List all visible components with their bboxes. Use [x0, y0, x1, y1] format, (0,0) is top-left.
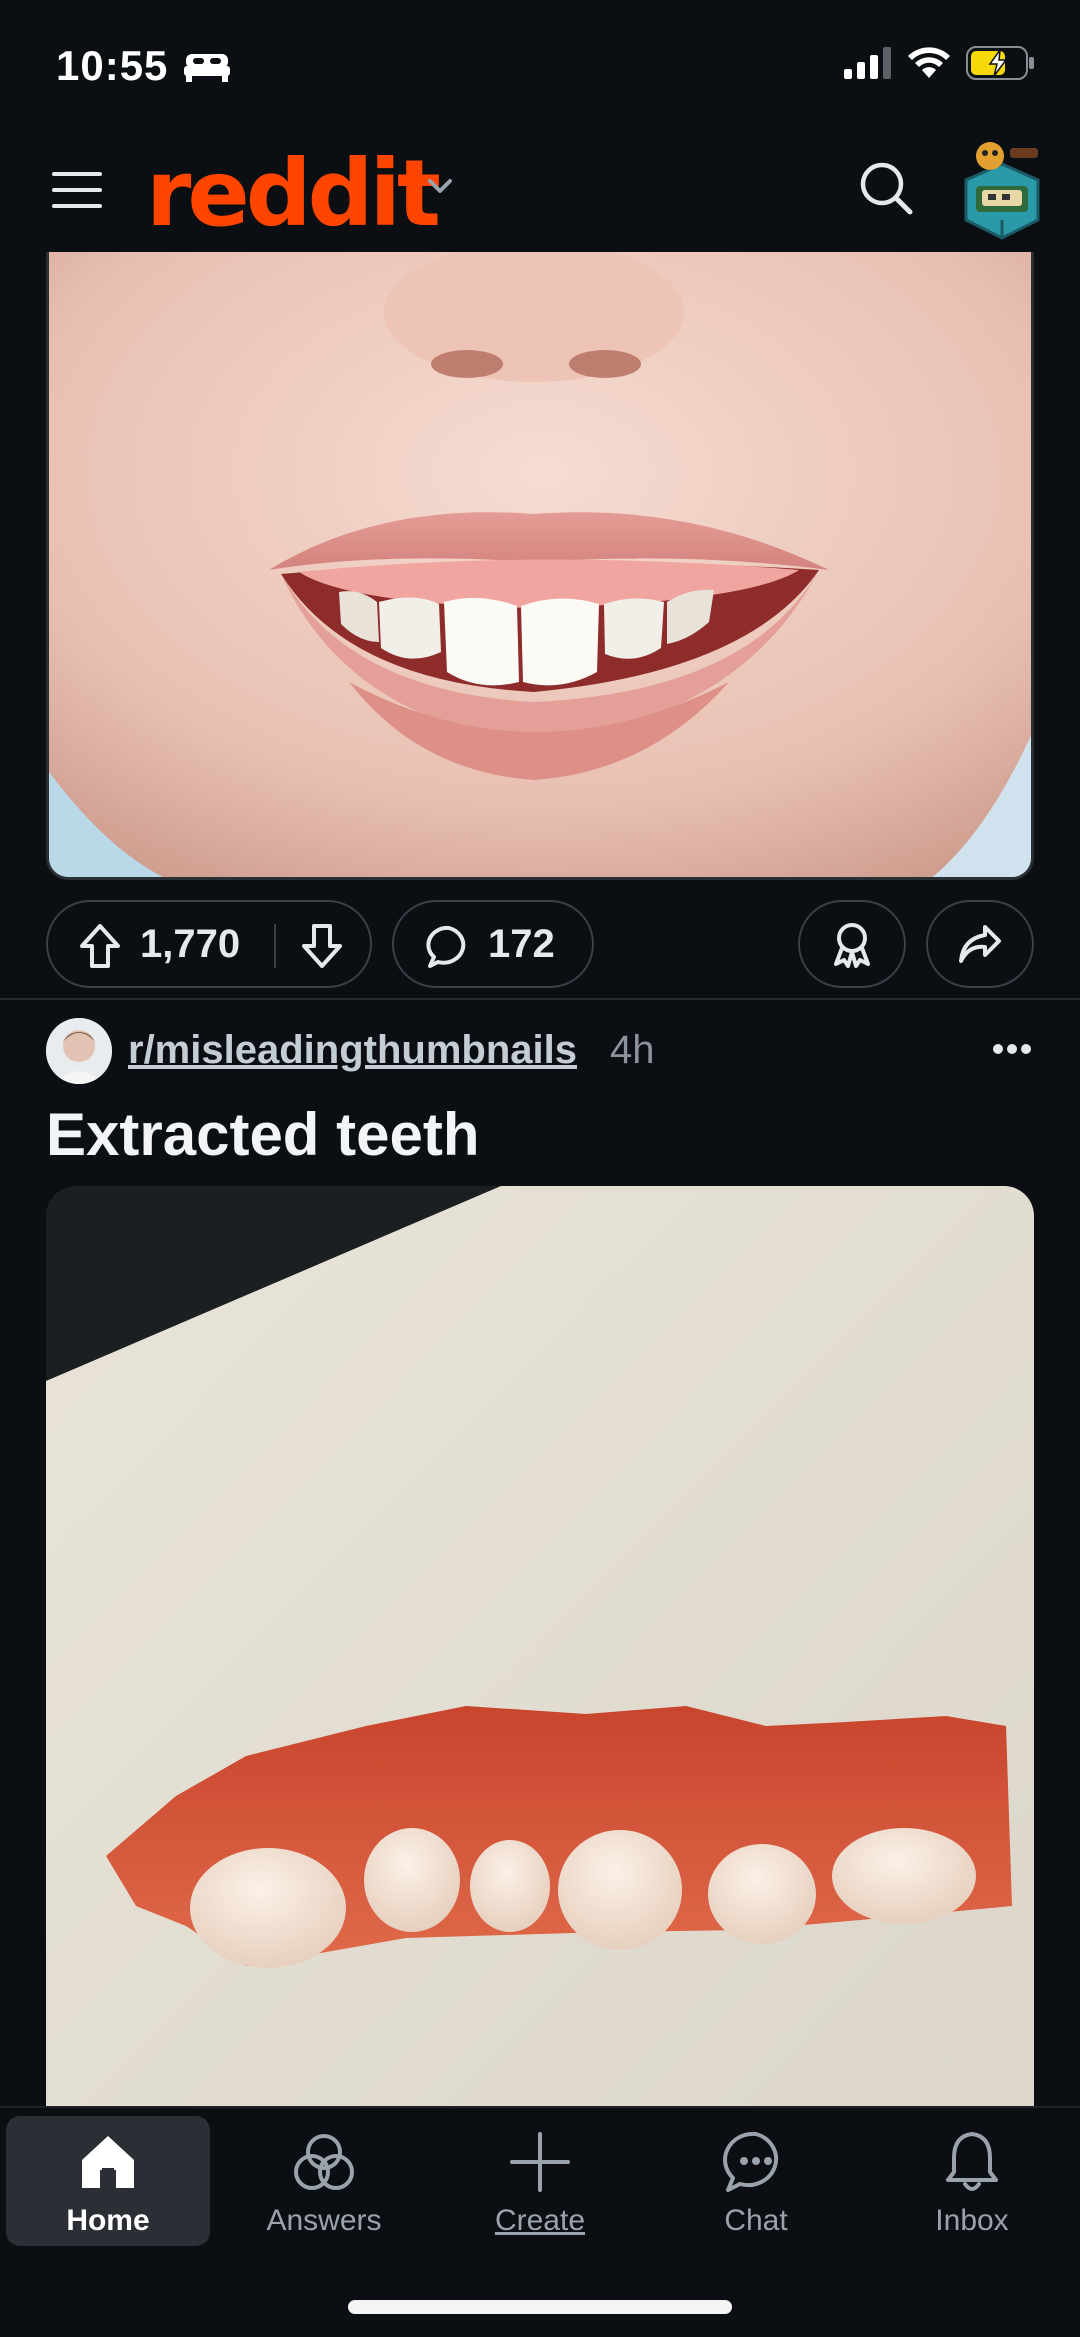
post-divider [0, 998, 1080, 1000]
status-indicators [844, 46, 1036, 80]
nav-answers-label: Answers [266, 2204, 382, 2237]
vote-bar: 1,770 [46, 900, 372, 988]
post-age: 4h [610, 1028, 655, 1072]
nav-home[interactable]: Home [6, 2116, 210, 2246]
more-horizontal-icon[interactable] [992, 1042, 1032, 1056]
top-post-media[interactable] [0, 252, 1080, 892]
status-bar: 10:55 [0, 0, 1080, 130]
award-icon [834, 923, 870, 968]
reddit-logo[interactable]: reddit [146, 140, 441, 247]
teeth-photo [46, 1186, 1034, 2186]
downvote-icon[interactable] [300, 922, 344, 970]
wifi-icon [908, 47, 950, 78]
subreddit-avatar[interactable] [46, 1018, 112, 1084]
nav-inbox-label: Inbox [935, 2204, 1009, 2237]
post-actions: 1,770 172 [0, 896, 1080, 1000]
smile-illustration [49, 252, 1031, 877]
nav-chat-label: Chat [724, 2204, 788, 2237]
user-avatar-icon[interactable] [958, 134, 1046, 244]
cellular-signal-icon [844, 47, 891, 79]
chat-icon [723, 2131, 779, 2192]
bed-icon [184, 54, 230, 82]
nav-create-label: Create [494, 2204, 586, 2237]
home-icon [82, 2136, 134, 2188]
nav-inbox[interactable]: Inbox [870, 2116, 1074, 2246]
chevron-down-icon[interactable] [424, 172, 456, 200]
vote-score: 1,770 [140, 922, 241, 966]
subreddit-link[interactable]: r/misleadingthumbnails [128, 1028, 577, 1073]
upvote-icon[interactable] [78, 922, 122, 970]
nav-create[interactable]: Create [438, 2116, 642, 2246]
app-header: reddit [0, 130, 1080, 252]
award-button[interactable] [798, 900, 906, 988]
battery-charging-icon [966, 46, 1034, 80]
comment-count: 172 [488, 922, 555, 966]
share-icon [959, 925, 1001, 963]
post-meta: r/misleadingthumbnails 4h [0, 1016, 1080, 1086]
home-indicator[interactable] [348, 2300, 732, 2314]
bell-icon [946, 2132, 998, 2191]
post-title[interactable]: Extracted teeth [46, 1100, 479, 1169]
smile-image[interactable] [46, 252, 1034, 880]
comment-icon [426, 925, 466, 968]
answers-icon [294, 2134, 354, 2190]
nav-answers[interactable]: Answers [222, 2116, 426, 2246]
status-time: 10:55 [56, 42, 169, 89]
teeth-image[interactable] [46, 1186, 1034, 2186]
search-icon[interactable] [858, 160, 914, 216]
vote-divider [274, 924, 276, 968]
nav-home-label: Home [66, 2204, 150, 2237]
nav-chat[interactable]: Chat [654, 2116, 858, 2246]
plus-icon [510, 2132, 570, 2192]
menu-icon[interactable] [50, 168, 104, 212]
comments-button[interactable]: 172 [392, 900, 594, 988]
share-button[interactable] [926, 900, 1034, 988]
